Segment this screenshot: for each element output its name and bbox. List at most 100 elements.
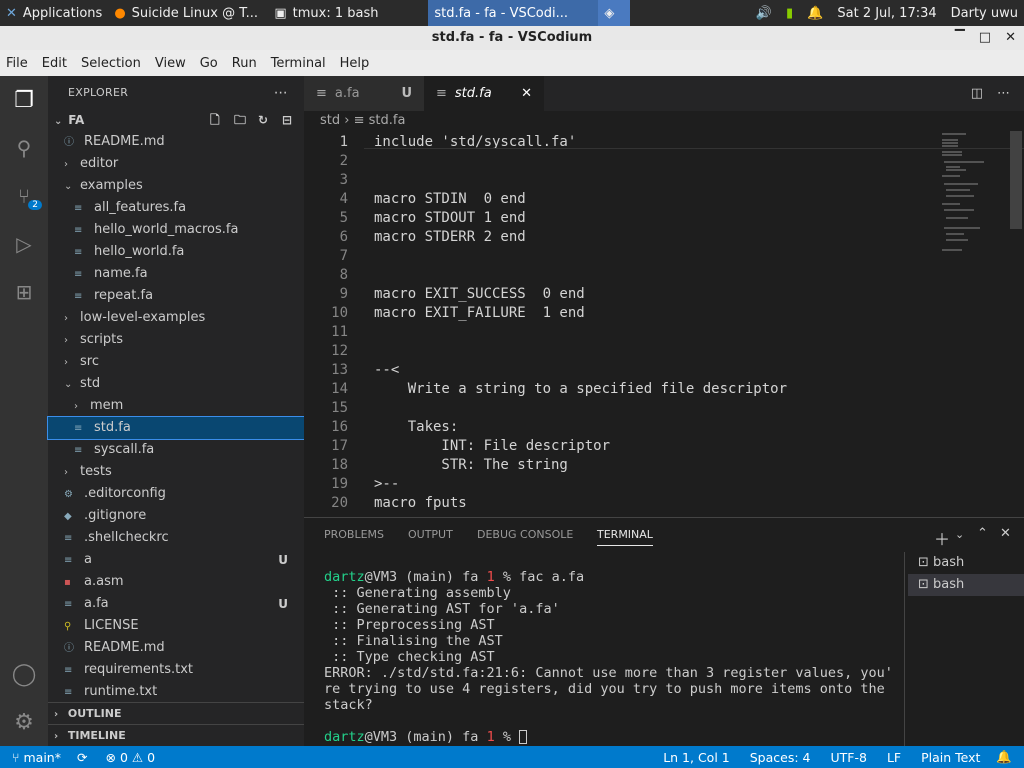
refresh-icon[interactable]: ↻ [258, 109, 268, 131]
minimap[interactable] [940, 131, 1010, 261]
chevron-down-icon[interactable]: ⌄ [955, 528, 964, 541]
run-debug-icon[interactable]: ▷ [10, 230, 38, 258]
task-firefox[interactable]: ● Suicide Linux @ T... [108, 0, 268, 26]
tree-folder[interactable]: › tests [48, 461, 304, 483]
maximize-button[interactable]: □ [979, 26, 991, 50]
tab-debug-console[interactable]: DEBUG CONSOLE [477, 528, 573, 541]
terminal-instance-1[interactable]: ⊡ bash [908, 552, 1024, 574]
collapse-all-icon[interactable]: ⊟ [282, 109, 292, 131]
menu-selection[interactable]: Selection [75, 56, 149, 71]
tree-folder[interactable]: › editor [48, 153, 304, 175]
code-line[interactable]: INT: File descriptor [374, 438, 610, 454]
tree-file[interactable]: ≡ a U [48, 549, 304, 571]
task-tmux[interactable]: ▣ tmux: 1 bash [268, 0, 428, 26]
sync-icon[interactable]: ⟳ [67, 750, 97, 765]
code-line[interactable]: macro EXIT_SUCCESS 0 end [374, 286, 585, 302]
tree-file[interactable]: ◆ .gitignore [48, 505, 304, 527]
new-file-icon[interactable]: 🗋 [210, 109, 220, 131]
tree-folder[interactable]: ⌄ std [48, 373, 304, 395]
tree-folder[interactable]: › mem [48, 395, 304, 417]
close-tab-icon[interactable]: ✕ [521, 76, 532, 111]
end-of-line[interactable]: LF [877, 750, 911, 765]
tree-file[interactable]: ≡ all_features.fa [48, 197, 304, 219]
extensions-icon[interactable]: ⊞ [10, 278, 38, 306]
settings-gear-icon[interactable]: ⚙ [10, 708, 38, 736]
code-line[interactable]: Write a string to a specified file descr… [374, 381, 787, 397]
source-control-icon[interactable]: ⑂ 2 [10, 182, 42, 210]
menu-go[interactable]: Go [194, 56, 226, 71]
code-line[interactable]: macro STDERR 2 end [374, 229, 526, 245]
more-actions-icon[interactable]: ⋯ [274, 76, 288, 110]
new-folder-icon[interactable]: 🗀 [234, 109, 246, 131]
bell-icon[interactable]: 🔔 [807, 6, 823, 21]
split-editor-icon[interactable]: ◫ [971, 86, 983, 101]
outline-section[interactable]: › OUTLINE [48, 702, 304, 724]
tree-file[interactable]: ≡ std.fa [47, 416, 305, 440]
indentation[interactable]: Spaces: 4 [740, 750, 821, 765]
menu-file[interactable]: File [0, 56, 36, 71]
tree-folder[interactable]: › src [48, 351, 304, 373]
code-line[interactable]: --< [374, 362, 399, 378]
menu-edit[interactable]: Edit [36, 56, 75, 71]
explorer-root-folder[interactable]: ⌄ FA 🗋 🗀 ↻ ⊟ [48, 109, 304, 131]
tree-file[interactable]: ⚲ LICENSE [48, 615, 304, 637]
code-line[interactable]: macro fputs [374, 495, 467, 511]
tree-file[interactable]: ≡ .shellcheckrc [48, 527, 304, 549]
minimize-button[interactable]: ▔ [955, 26, 965, 50]
git-branch[interactable]: ⑂ main* [0, 750, 67, 765]
notifications-bell-icon[interactable]: 🔔 [990, 749, 1024, 765]
timeline-section[interactable]: › TIMELINE [48, 724, 304, 746]
tree-file[interactable]: ≡ hello_world_macros.fa [48, 219, 304, 241]
editor-more-icon[interactable]: ⋯ [997, 86, 1010, 101]
language-mode[interactable]: Plain Text [911, 750, 990, 765]
tree-file[interactable]: ≡ requirements.txt [48, 659, 304, 681]
battery-icon[interactable]: ▮ [786, 6, 793, 21]
tree-file[interactable]: ⚙ .editorconfig [48, 483, 304, 505]
menu-run[interactable]: Run [226, 56, 265, 71]
tree-file[interactable]: ≡ a.fa U [48, 593, 304, 615]
tree-file[interactable]: ⓘ README.md [48, 131, 304, 153]
code-line[interactable]: Takes: [374, 419, 459, 435]
task-vscodium[interactable]: std.fa - fa - VSCodi... [428, 0, 599, 26]
tab-output[interactable]: OUTPUT [408, 528, 453, 541]
tree-folder[interactable]: › scripts [48, 329, 304, 351]
close-button[interactable]: ✕ [1005, 26, 1016, 50]
search-icon[interactable]: ⚲ [10, 134, 38, 162]
menu-terminal[interactable]: Terminal [265, 56, 334, 71]
code-line[interactable]: macro EXIT_FAILURE 1 end [374, 305, 585, 321]
new-terminal-icon[interactable]: ＋ [934, 526, 950, 550]
user-name[interactable]: Darty uwu [951, 6, 1018, 21]
tree-folder[interactable]: ⌄ examples [48, 175, 304, 197]
code-line[interactable]: >-- [374, 476, 399, 492]
tree-file[interactable]: ≡ repeat.fa [48, 285, 304, 307]
tab-std-fa[interactable]: ≡ std.fa ✕ [424, 76, 544, 111]
clock[interactable]: Sat 2 Jul, 17:34 [837, 6, 936, 21]
account-icon[interactable]: ◯ [10, 660, 38, 688]
cursor-position[interactable]: Ln 1, Col 1 [653, 750, 740, 765]
tree-folder[interactable]: › low-level-examples [48, 307, 304, 329]
close-panel-icon[interactable]: ✕ [1000, 526, 1011, 541]
code-line[interactable]: macro STDOUT 1 end [374, 210, 526, 226]
explorer-icon[interactable]: ❐ [10, 86, 38, 114]
maximize-panel-icon[interactable]: ⌃ [977, 526, 988, 541]
tree-file[interactable]: ⓘ README.md [48, 637, 304, 659]
tab-terminal[interactable]: TERMINAL [597, 528, 653, 546]
tree-file[interactable]: ≡ runtime.txt [48, 681, 304, 703]
problems-status[interactable]: ⊗ 0 ⚠ 0 [97, 750, 163, 765]
tree-file[interactable]: ≡ name.fa [48, 263, 304, 285]
menu-view[interactable]: View [149, 56, 194, 71]
task-codium-icon[interactable]: ◈ [598, 0, 631, 26]
code-editor[interactable]: 1 include 'std/syscall.fa' 2 3 4 macro STDIN … [304, 131, 1024, 517]
editor-scrollbar[interactable] [1010, 131, 1022, 229]
tree-file[interactable]: ≡ syscall.fa [48, 439, 304, 461]
tree-file[interactable]: ≡ hello_world.fa [48, 241, 304, 263]
tab-a-fa[interactable]: ≡ a.fa U [304, 76, 424, 111]
breadcrumb-file[interactable]: std.fa [369, 113, 406, 128]
terminal-instance-2[interactable]: ⊡ bash [908, 574, 1024, 596]
tab-problems[interactable]: PROBLEMS [324, 528, 384, 541]
terminal-prompt-current[interactable]: dartz@VM3 (main) fa 1 % [324, 729, 528, 745]
applications-menu[interactable]: ✕ Applications [0, 0, 108, 26]
code-line[interactable]: macro STDIN 0 end [374, 191, 526, 207]
menu-help[interactable]: Help [334, 56, 378, 71]
code-line[interactable]: STR: The string [374, 457, 567, 473]
